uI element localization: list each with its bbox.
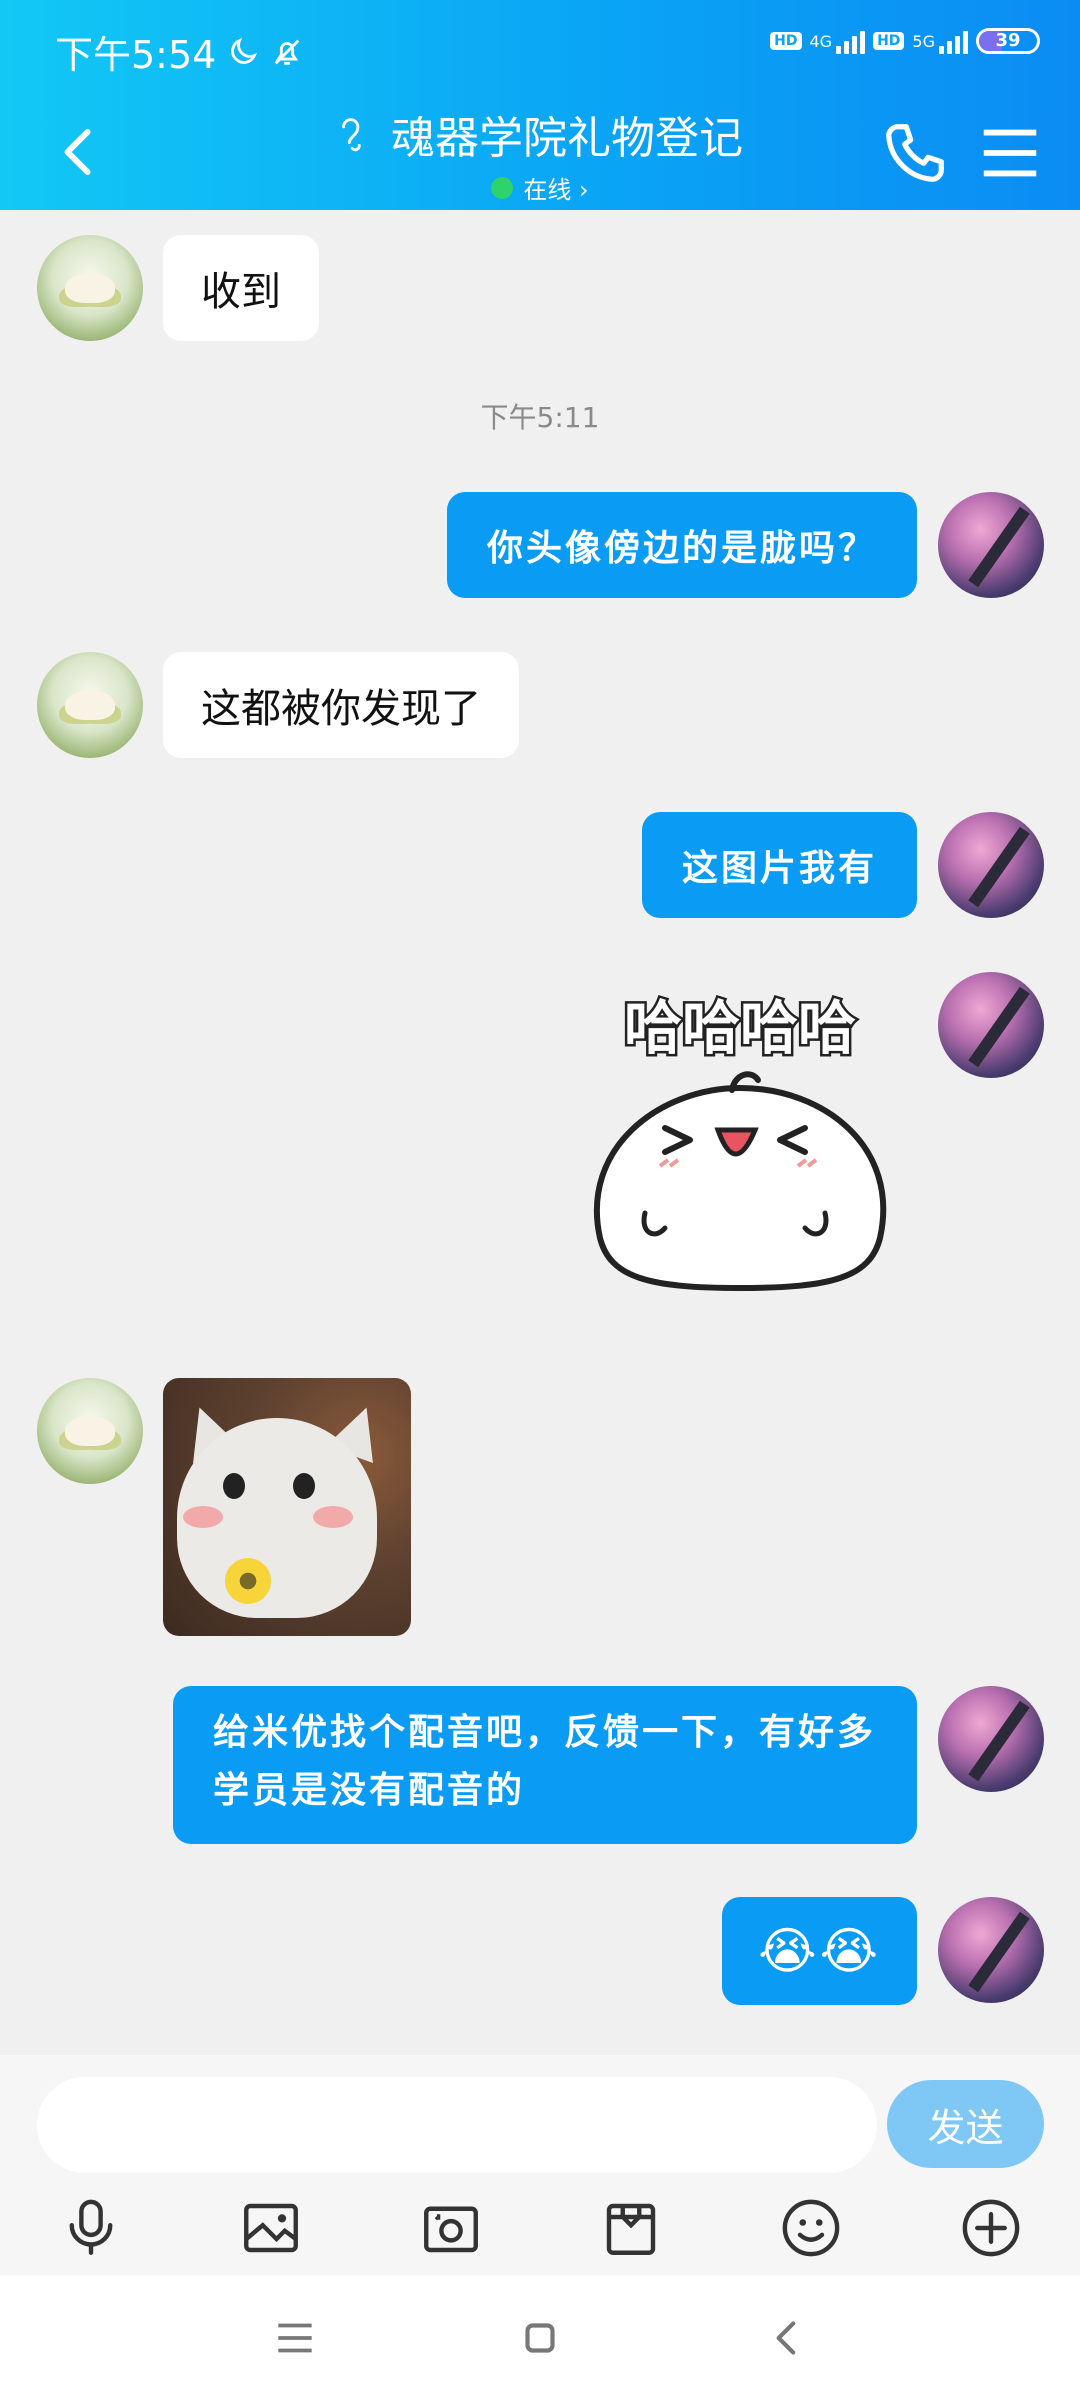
message-bubble-left[interactable]: 收到 (163, 235, 319, 341)
status-time-group: 下午5:54 (55, 24, 304, 79)
message-bubble-right[interactable]: 你头像傍边的是胧吗？ (446, 492, 917, 598)
status-icons: HD 4G HD 5G 39 (770, 28, 1040, 54)
toolbar (0, 2180, 1080, 2275)
sticker-cat-image[interactable] (163, 1378, 411, 1636)
network-5g: 5G (912, 31, 935, 51)
message-bubble-right[interactable]: 这图片我有 (641, 812, 917, 918)
message-bubble-left[interactable]: 这都被你发现了 (163, 652, 519, 758)
avatar-self[interactable] (938, 812, 1044, 918)
recent-apps-icon[interactable] (270, 2313, 320, 2363)
phone-icon[interactable] (880, 118, 950, 188)
home-icon[interactable] (515, 2313, 565, 2363)
avatar-self[interactable] (938, 492, 1044, 598)
plus-icon[interactable] (958, 2195, 1024, 2261)
signal-icon-2 (939, 28, 968, 54)
nav-bar-top: 魂器学院礼物登记 在线 › (0, 100, 1080, 210)
sticker-caption: 哈哈哈哈 (624, 994, 856, 1062)
chat-title: 魂器学院礼物登记 (391, 113, 743, 164)
online-dot-icon (491, 176, 514, 199)
avatar-self[interactable] (938, 972, 1044, 1078)
camera-icon[interactable] (418, 2195, 484, 2261)
cat-blush (313, 1506, 353, 1528)
online-status: 在线 › (290, 170, 790, 205)
send-button[interactable]: 发送 (887, 2080, 1044, 2168)
back-nav-icon[interactable] (762, 2313, 812, 2363)
avatar-self[interactable] (938, 1897, 1044, 2003)
online-label: 在线 › (523, 176, 589, 204)
gift-icon[interactable] (598, 2195, 664, 2261)
cat-eye (293, 1473, 315, 1499)
avatar[interactable] (37, 652, 143, 758)
message-bubble-right[interactable]: 给米优找个配音吧，反馈一下，有好多学员是没有配音的 (173, 1686, 917, 1844)
message-bubble-right[interactable]: 😭😭 (722, 1897, 917, 2005)
emoji-icon[interactable] (778, 2195, 844, 2261)
avatar-self[interactable] (938, 1686, 1044, 1792)
chat-header: 下午5:54 HD 4G HD 5G 39 魂器学院礼物登记 在线 › (0, 0, 1080, 210)
chat-area[interactable]: 收到 下午5:11 你头像傍边的是胧吗？ 这都被你发现了 这图片我有 哈哈哈哈 … (0, 210, 1080, 2055)
signal-icon (836, 28, 866, 54)
hd-badge-2: HD (873, 32, 905, 50)
status-time: 下午5:54 (55, 33, 217, 77)
mic-icon[interactable] (58, 2195, 124, 2261)
hd-badge: HD (770, 32, 802, 50)
avatar[interactable] (37, 235, 143, 341)
avatar[interactable] (37, 1378, 143, 1484)
battery-icon: 39 (976, 28, 1040, 54)
cat-eye (223, 1473, 245, 1499)
sticker-laughing-dumpling[interactable]: 哈哈哈哈 (570, 978, 910, 1318)
cat-flower (225, 1558, 271, 1604)
image-icon[interactable] (238, 2195, 304, 2261)
network-4g: 4G (809, 31, 833, 51)
ear-icon (342, 118, 361, 152)
moon-icon (231, 37, 258, 64)
chat-title-row: 魂器学院礼物登记 (290, 102, 790, 166)
title-area[interactable]: 魂器学院礼物登记 在线 › (290, 100, 790, 205)
status-bar: 下午5:54 HD 4G HD 5G 39 (0, 0, 1080, 100)
system-nav-bar (0, 2275, 1080, 2400)
timestamp: 下午5:11 (480, 401, 600, 434)
menu-icon[interactable] (975, 118, 1045, 188)
battery-level: 39 (995, 30, 1021, 51)
bell-off-icon (275, 39, 300, 65)
input-area: 发送 (0, 2055, 1080, 2275)
cat-blush (183, 1506, 223, 1528)
back-icon[interactable] (50, 122, 110, 182)
message-input[interactable] (37, 2077, 877, 2173)
